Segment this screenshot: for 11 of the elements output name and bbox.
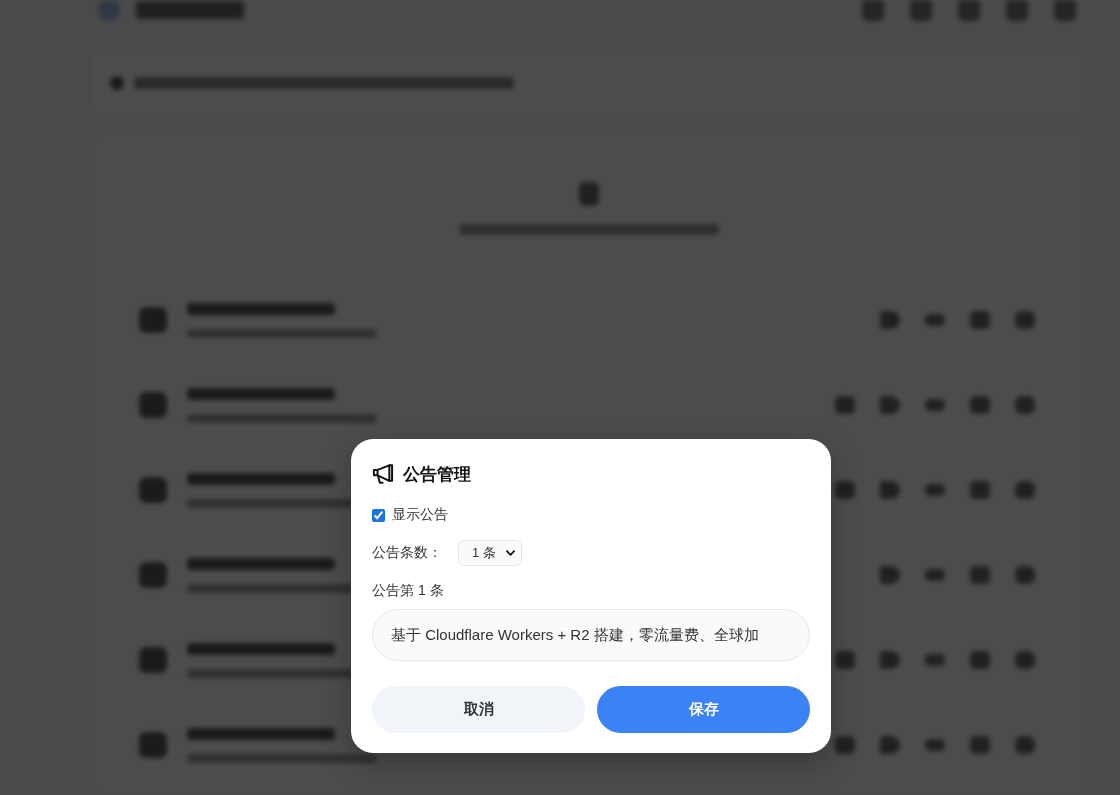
save-button[interactable]: 保存: [597, 686, 810, 733]
count-select[interactable]: 1 条: [458, 540, 522, 566]
chevron-icon: [505, 550, 515, 556]
count-label: 公告条数：: [372, 544, 442, 562]
cancel-button[interactable]: 取消: [372, 686, 585, 733]
show-notice-checkbox[interactable]: [372, 508, 385, 522]
notice-input[interactable]: 基于 Cloudflare Workers + R2 搭建，零流量费、全球加: [372, 609, 810, 661]
megaphone-icon: [372, 464, 394, 484]
dialog-title: 公告管理: [403, 463, 471, 486]
checkbox-label: 显示公告: [392, 506, 448, 524]
notice-label: 公告第 1 条: [372, 581, 445, 599]
